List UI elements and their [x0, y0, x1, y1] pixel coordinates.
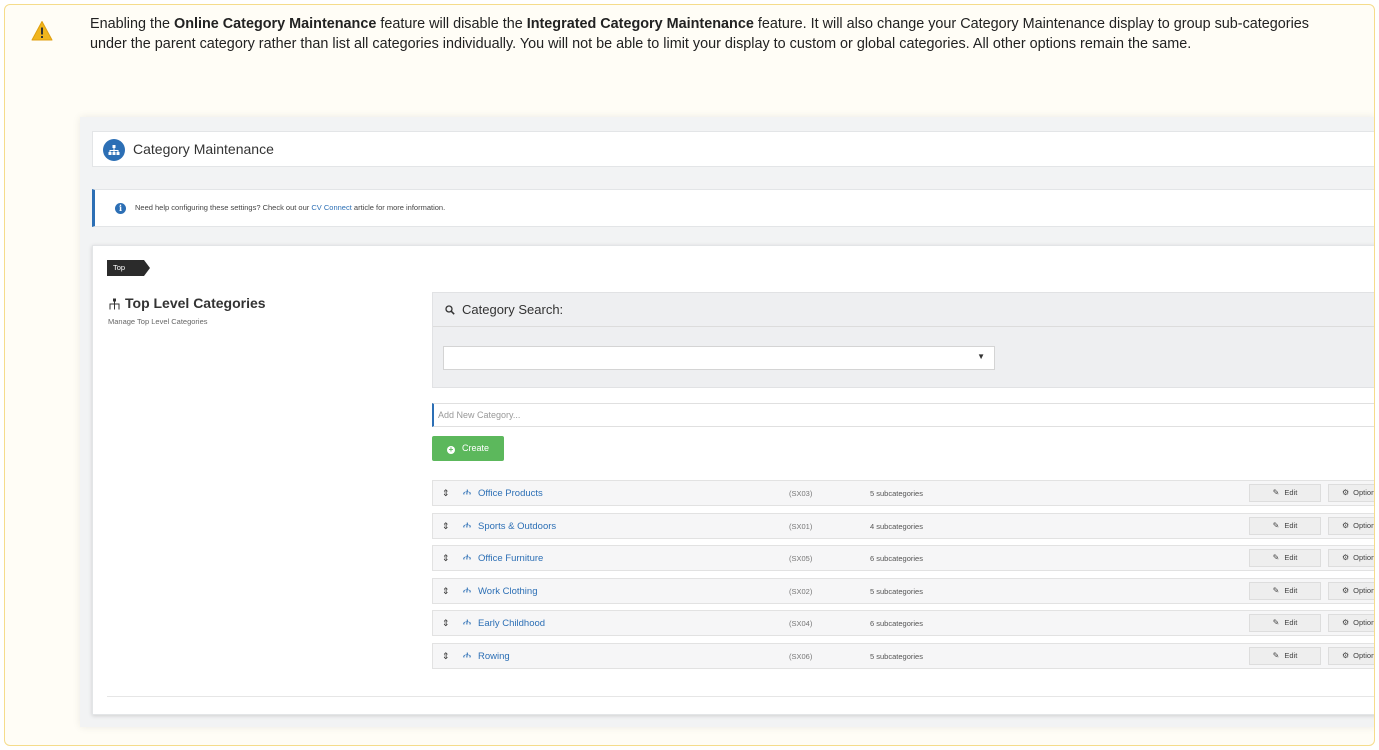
- drag-handle-icon[interactable]: ⇕: [442, 584, 450, 598]
- edit-button[interactable]: ✎ Edit: [1249, 549, 1321, 567]
- online-category-maintenance-label: Online Category Maintenance: [174, 16, 377, 32]
- category-search-panel: Category Search: ▼: [432, 292, 1374, 388]
- category-list: ⇕ ሐ Office Products (SX03) 5 subcategori…: [432, 480, 1374, 675]
- drag-handle-icon[interactable]: ⇕: [442, 486, 450, 500]
- category-code: (SX04): [789, 619, 813, 628]
- gear-icon: ⚙: [1342, 488, 1350, 497]
- category-search-label: Category Search:: [462, 302, 564, 317]
- sitemap-icon: [108, 298, 121, 313]
- sitemap-icon: ሐ: [463, 487, 472, 498]
- category-name-link[interactable]: Early Childhood: [478, 618, 545, 629]
- gear-icon: ⚙: [1342, 553, 1350, 562]
- edit-button[interactable]: ✎ Edit: [1249, 581, 1321, 600]
- search-icon: [445, 305, 455, 315]
- help-text: Need help configuring these settings? Ch…: [135, 203, 446, 212]
- category-row: ⇕ ሐ Rowing (SX06) 5 subcategories ✎ Edit …: [432, 642, 1374, 669]
- section-title: Top Level Categories: [125, 295, 266, 311]
- category-name-link[interactable]: Work Clothing: [478, 586, 538, 597]
- caret-down-icon: ▼: [977, 352, 985, 361]
- pencil-icon: ✎: [1272, 488, 1280, 497]
- sitemap-icon: ሐ: [463, 617, 472, 628]
- drag-handle-icon[interactable]: ⇕: [442, 649, 450, 663]
- category-row: ⇕ ሐ Office Products (SX03) 5 subcategori…: [432, 480, 1374, 506]
- category-maintenance-screenshot: Category Maintenance i Need help configu…: [80, 117, 1374, 727]
- create-button[interactable]: + Create: [432, 436, 504, 461]
- categories-card: Top Top Level Categories Manage Top Leve…: [92, 245, 1374, 715]
- category-tree-icon: [103, 139, 125, 161]
- sitemap-icon: ሐ: [463, 552, 472, 563]
- category-search-header: Category Search:: [433, 293, 1374, 327]
- category-name-link[interactable]: Sports & Outdoors: [478, 521, 556, 532]
- category-name-link[interactable]: Rowing: [478, 651, 510, 662]
- gear-icon: ⚙: [1342, 618, 1350, 627]
- help-alert: i Need help configuring these settings? …: [92, 189, 1374, 227]
- breadcrumb-top: Top: [113, 263, 126, 272]
- edit-button[interactable]: ✎ Edit: [1249, 614, 1321, 632]
- warning-message: Enabling the Online Category Maintenance…: [90, 16, 1309, 52]
- subcategory-count: 6 subcategories: [870, 619, 923, 628]
- sitemap-icon: ሐ: [463, 584, 472, 596]
- options-button[interactable]: ⚙Options: [1328, 516, 1374, 535]
- category-code: (SX03): [789, 489, 813, 498]
- card-divider: [107, 696, 1374, 697]
- add-new-category-input[interactable]: [432, 403, 1374, 427]
- options-button[interactable]: ⚙Options: [1328, 484, 1374, 502]
- pencil-icon: ✎: [1272, 520, 1280, 530]
- category-row: ⇕ ሐ Office Furniture (SX05) 6 subcategor…: [432, 545, 1374, 571]
- category-row: ⇕ ሐ Sports & Outdoors (SX01) 4 subcatego…: [432, 512, 1374, 539]
- breadcrumb[interactable]: Top: [107, 260, 151, 276]
- drag-handle-icon[interactable]: ⇕: [442, 616, 450, 630]
- category-name-link[interactable]: Office Products: [478, 488, 543, 499]
- page-title: Category Maintenance: [133, 141, 274, 157]
- category-code: (SX06): [789, 651, 813, 661]
- options-button[interactable]: ⚙Options: [1328, 646, 1374, 665]
- sitemap-icon: ሐ: [463, 519, 472, 531]
- pencil-icon: ✎: [1272, 585, 1280, 595]
- warning-panel: Enabling the Online Category Maintenance…: [4, 4, 1375, 746]
- subcategory-count: 4 subcategories: [870, 521, 923, 531]
- edit-button[interactable]: ✎ Edit: [1249, 646, 1321, 665]
- plus-circle-icon: +: [446, 445, 455, 454]
- category-name-link[interactable]: Office Furniture: [478, 553, 543, 564]
- gear-icon: ⚙: [1342, 585, 1350, 595]
- category-code: (SX05): [789, 554, 813, 563]
- category-row: ⇕ ሐ Work Clothing (SX02) 5 subcategories…: [432, 577, 1374, 604]
- category-code: (SX02): [789, 586, 813, 596]
- gear-icon: ⚙: [1342, 520, 1350, 530]
- options-button[interactable]: ⚙Options: [1328, 581, 1374, 600]
- category-row: ⇕ ሐ Early Childhood (SX04) 6 subcategori…: [432, 610, 1374, 636]
- pencil-icon: ✎: [1272, 650, 1280, 660]
- subcategory-count: 5 subcategories: [870, 489, 923, 498]
- edit-button[interactable]: ✎ Edit: [1249, 484, 1321, 502]
- sitemap-icon: ሐ: [463, 649, 472, 661]
- warning-icon: [31, 21, 53, 41]
- category-code: (SX01): [789, 521, 813, 531]
- subcategory-count: 5 subcategories: [870, 651, 923, 661]
- info-icon: i: [115, 203, 126, 214]
- drag-handle-icon[interactable]: ⇕: [442, 519, 450, 533]
- section-subtitle: Manage Top Level Categories: [108, 317, 208, 326]
- category-search-select[interactable]: ▼: [443, 346, 995, 370]
- edit-button[interactable]: ✎ Edit: [1249, 516, 1321, 535]
- drag-handle-icon[interactable]: ⇕: [442, 551, 450, 565]
- gear-icon: ⚙: [1342, 650, 1350, 660]
- subcategory-count: 6 subcategories: [870, 554, 923, 563]
- pencil-icon: ✎: [1272, 618, 1280, 627]
- pencil-icon: ✎: [1272, 553, 1280, 562]
- options-button[interactable]: ⚙Options: [1328, 614, 1374, 632]
- cv-connect-link[interactable]: CV Connect: [311, 203, 351, 212]
- options-button[interactable]: ⚙Options: [1328, 549, 1374, 567]
- integrated-category-maintenance-label: Integrated Category Maintenance: [526, 16, 754, 32]
- subcategory-count: 5 subcategories: [870, 586, 923, 596]
- header-bar: Category Maintenance: [92, 131, 1374, 167]
